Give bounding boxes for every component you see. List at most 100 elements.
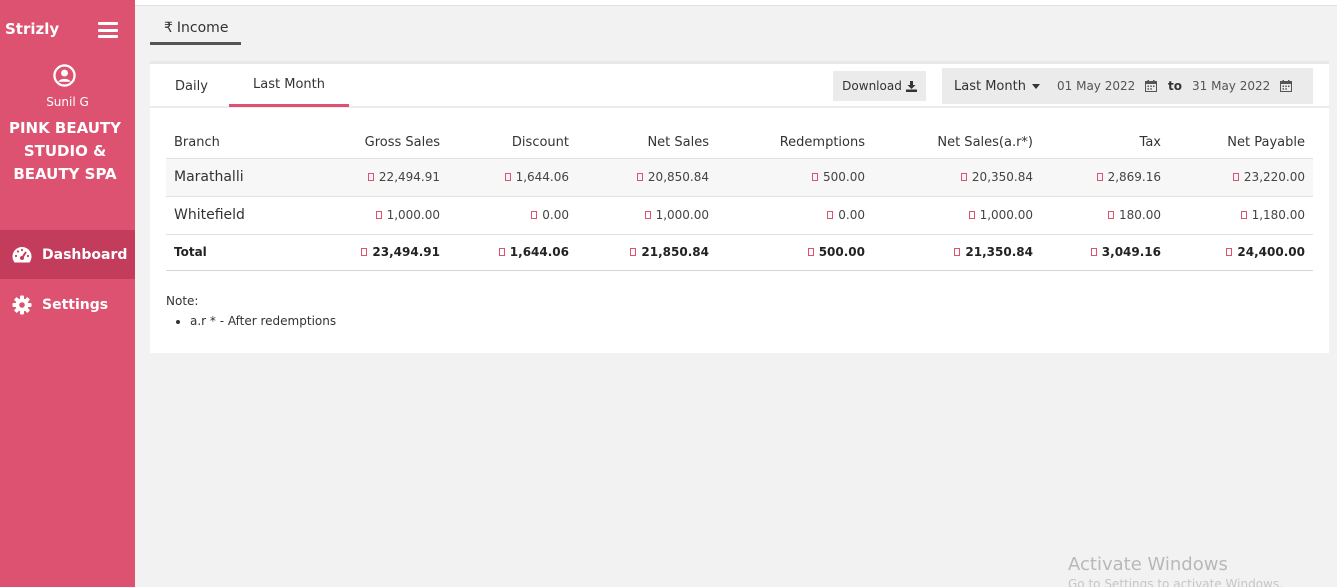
- cell-value: 180.00: [1119, 208, 1161, 222]
- download-icon: [905, 80, 917, 92]
- cell-discount: 1,644.06: [448, 158, 577, 197]
- col-header-discount: Discount: [448, 127, 577, 159]
- currency-icon: [827, 211, 834, 219]
- calendar-icon[interactable]: [1280, 80, 1293, 92]
- tab-income[interactable]: ₹ Income: [150, 14, 241, 45]
- subtabs: Daily Last Month Download Last Month 01 …: [150, 64, 1329, 108]
- cell-value: 21,850.84: [641, 245, 709, 259]
- nav-item-settings[interactable]: Settings: [0, 280, 135, 329]
- cell-net-sales-ar: 20,350.84: [873, 158, 1041, 197]
- table-header-row: Branch Gross Sales Discount Net Sales Re…: [166, 127, 1313, 159]
- brand-logo[interactable]: Strizly: [5, 20, 59, 38]
- hamburger-menu-icon[interactable]: [98, 22, 118, 38]
- cell-value: 1,000.00: [979, 208, 1033, 222]
- cell-value: 1,644.06: [509, 245, 569, 259]
- date-from-field[interactable]: 01 May 2022: [1057, 68, 1158, 104]
- gear-icon: [11, 294, 33, 316]
- cell-value: 24,400.00: [1237, 245, 1305, 259]
- nav-label-settings: Settings: [42, 296, 109, 313]
- cell-net-payable: 24,400.00: [1169, 234, 1313, 271]
- cell-redemptions: 500.00: [717, 158, 873, 197]
- cell-tax: 2,869.16: [1041, 158, 1169, 197]
- col-header-net-sales: Net Sales: [577, 127, 717, 159]
- currency-icon: [812, 173, 818, 181]
- cell-value: 0.00: [838, 208, 865, 222]
- col-header-tax: Tax: [1041, 127, 1169, 159]
- cell-value: 23,220.00: [1243, 170, 1305, 184]
- cell-value: 2,869.16: [1107, 170, 1161, 184]
- cell-gross-sales: 1,000.00: [306, 196, 448, 235]
- currency-icon: [375, 211, 382, 219]
- currency-icon: [968, 211, 975, 219]
- range-select-value: Last Month: [954, 78, 1026, 94]
- cell-branch: Marathalli: [166, 158, 306, 197]
- cell-value: 1,644.06: [515, 170, 569, 184]
- col-header-gross-sales: Gross Sales: [306, 127, 448, 159]
- cell-net-sales: 20,850.84: [577, 158, 717, 197]
- table-row: Marathalli 22,494.91 1,644.06 20,850.84 …: [166, 158, 1313, 197]
- table-total-row: Total 23,494.91 1,644.06 21,850.84 500.0…: [166, 234, 1313, 271]
- activate-windows-subtitle: Go to Settings to activate Windows.: [1068, 577, 1283, 587]
- date-to-label: to: [1168, 79, 1182, 93]
- activate-windows-watermark: Activate Windows: [1068, 554, 1228, 575]
- currency-icon: [1240, 211, 1247, 219]
- top-strip: [135, 0, 1337, 6]
- salon-name: PINK BEAUTY STUDIO & BEAUTY SPA: [8, 119, 122, 183]
- col-header-net-sales-ar: Net Sales(a.r*): [873, 127, 1041, 159]
- income-table: Branch Gross Sales Discount Net Sales Re…: [166, 127, 1313, 271]
- col-header-redemptions: Redemptions: [717, 127, 873, 159]
- currency-icon: [1226, 248, 1233, 256]
- cell-net-sales-ar: 21,350.84: [873, 234, 1041, 271]
- cell-value: 3,049.16: [1101, 245, 1161, 259]
- user-name: Sunil G: [46, 95, 89, 109]
- cell-net-payable: 23,220.00: [1169, 158, 1313, 197]
- note-title: Note:: [166, 294, 199, 308]
- currency-icon: [630, 248, 637, 256]
- currency-icon: [960, 173, 967, 181]
- user-avatar-icon[interactable]: [53, 64, 76, 87]
- range-select[interactable]: Last Month: [954, 68, 1040, 104]
- tab-last-month[interactable]: Last Month: [229, 64, 349, 107]
- calendar-icon[interactable]: [1145, 80, 1158, 92]
- cell-value: 1,180.00: [1251, 208, 1305, 222]
- date-range-bar: Last Month 01 May 2022 to 31 May 2022: [942, 68, 1313, 104]
- cell-value: 23,494.91: [372, 245, 440, 259]
- nav-item-dashboard[interactable]: Dashboard: [0, 230, 135, 279]
- cell-discount: 0.00: [448, 196, 577, 235]
- currency-icon: [498, 248, 505, 256]
- cell-value: 0.00: [542, 208, 569, 222]
- income-card: Daily Last Month Download Last Month 01 …: [150, 61, 1329, 353]
- cell-net-sales: 1,000.00: [577, 196, 717, 235]
- cell-redemptions: 500.00: [717, 234, 873, 271]
- cell-branch: Whitefield: [166, 196, 306, 235]
- note: Note: a.r * - After redemptions: [166, 294, 336, 328]
- date-from-value: 01 May 2022: [1057, 79, 1136, 93]
- currency-icon: [367, 173, 374, 181]
- rupee-icon: ₹: [164, 20, 173, 36]
- tab-income-label: Income: [176, 20, 229, 36]
- tab-daily[interactable]: Daily: [175, 64, 208, 108]
- col-header-net-payable: Net Payable: [1169, 127, 1313, 159]
- download-button[interactable]: Download: [833, 71, 926, 101]
- date-to-field[interactable]: 31 May 2022: [1192, 68, 1293, 104]
- currency-icon: [1090, 248, 1097, 256]
- cell-value: 20,350.84: [971, 170, 1033, 184]
- cell-value: 22,494.91: [378, 170, 440, 184]
- cell-value: 500.00: [823, 170, 865, 184]
- cell-net-payable: 1,180.00: [1169, 196, 1313, 235]
- cell-tax: 3,049.16: [1041, 234, 1169, 271]
- cell-value: 20,850.84: [647, 170, 709, 184]
- cell-value: 500.00: [818, 245, 865, 259]
- cell-value: 1,000.00: [386, 208, 440, 222]
- currency-icon: [954, 248, 961, 256]
- col-header-branch: Branch: [166, 127, 306, 159]
- cell-discount: 1,644.06: [448, 234, 577, 271]
- brand-row: Strizly: [0, 0, 135, 58]
- cell-total-label: Total: [166, 234, 306, 271]
- cell-net-sales: 21,850.84: [577, 234, 717, 271]
- note-item: a.r * - After redemptions: [190, 314, 336, 328]
- currency-icon: [531, 211, 538, 219]
- currency-icon: [361, 248, 368, 256]
- note-list: a.r * - After redemptions: [190, 314, 336, 328]
- cell-gross-sales: 22,494.91: [306, 158, 448, 197]
